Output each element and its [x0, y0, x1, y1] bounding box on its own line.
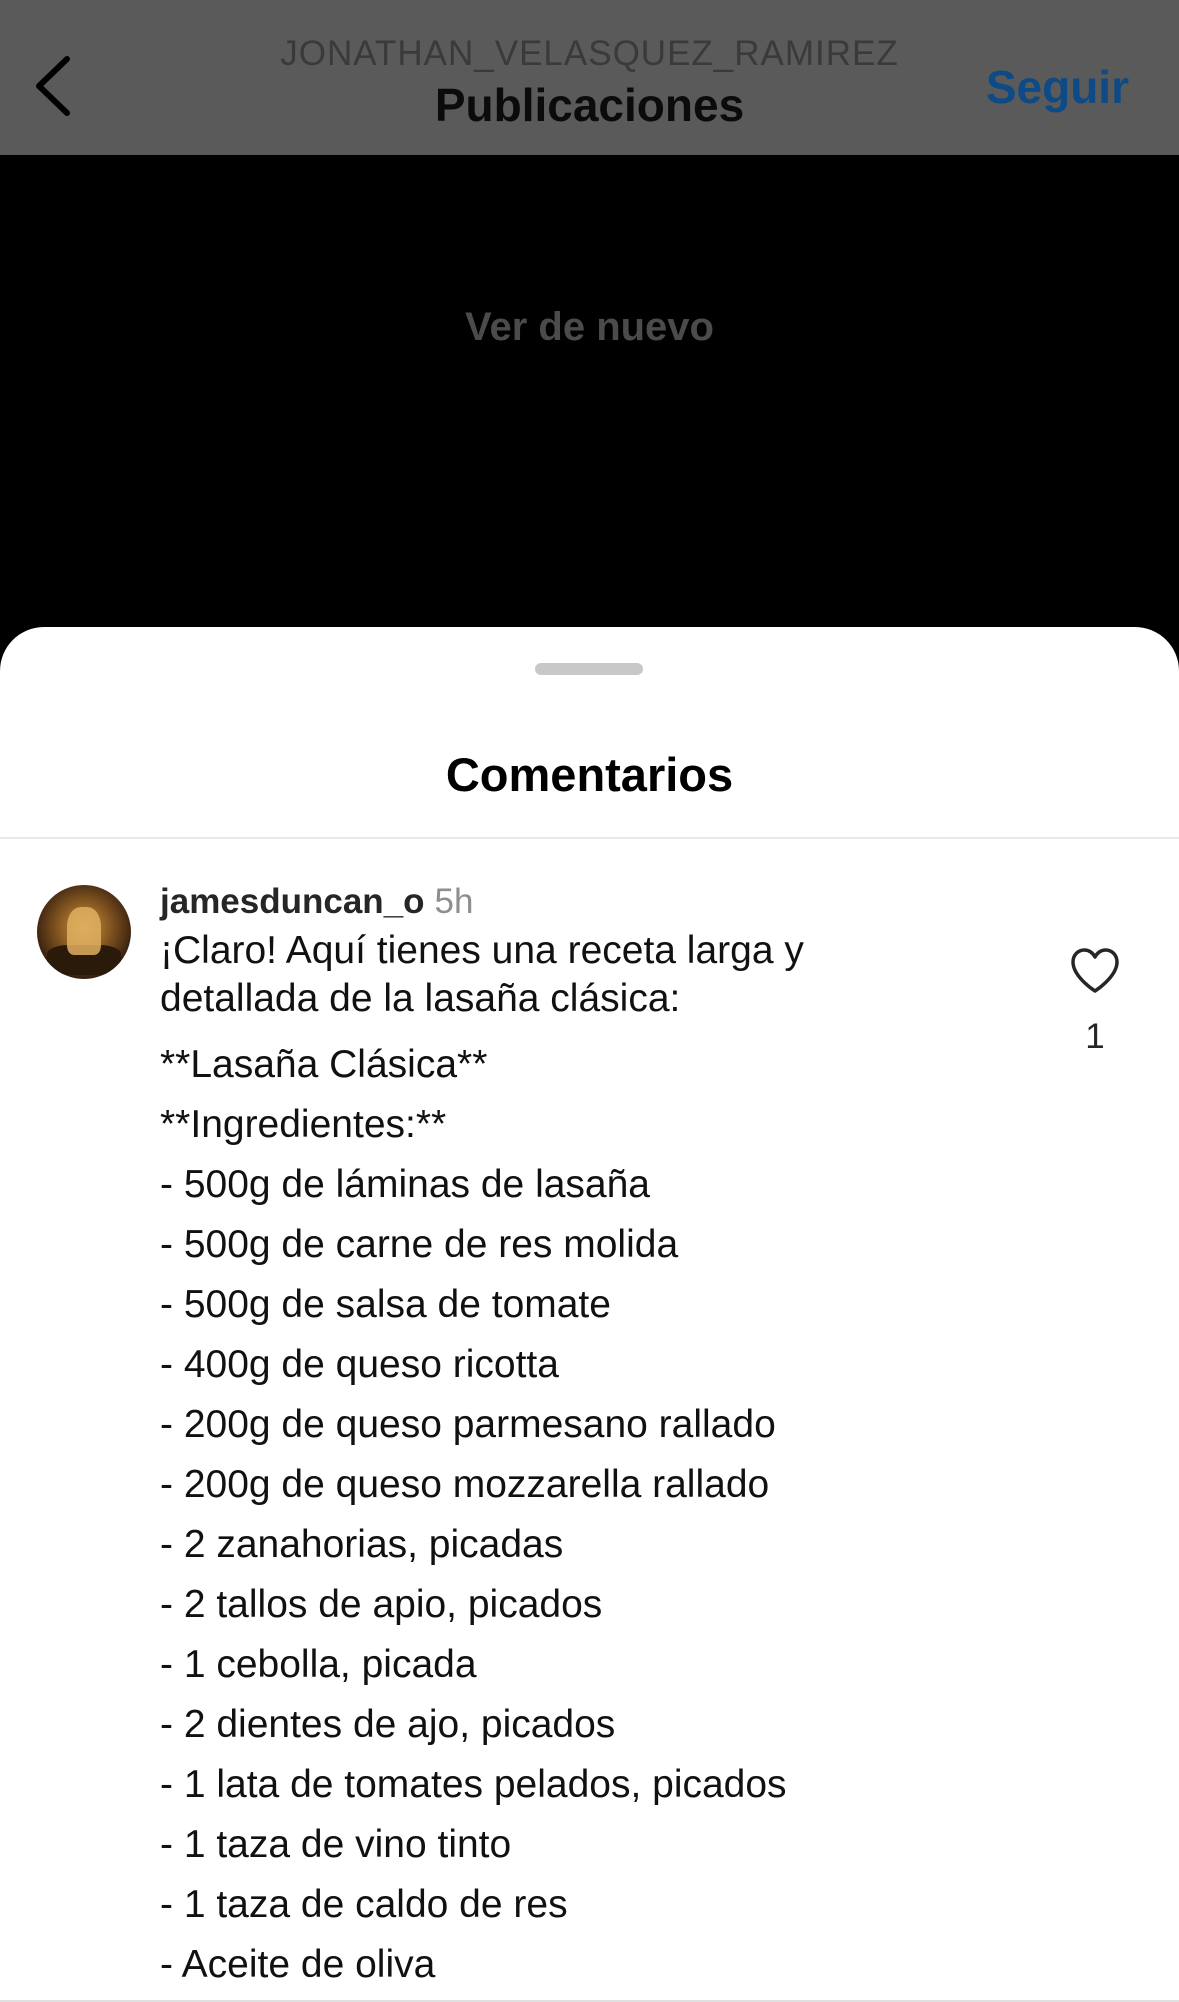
recipe-line: - 2 tallos de apio, picados	[160, 1583, 603, 1626]
recipe-line: - Aceite de oliva	[160, 1943, 436, 1986]
top-navigation-bar: JONATHAN_VELASQUEZ_RAMIREZ Publicaciones…	[0, 0, 1179, 155]
recipe-line: - 200g de queso parmesano rallado	[160, 1403, 776, 1446]
instagram-post-comments-screen: JONATHAN_VELASQUEZ_RAMIREZ Publicaciones…	[0, 0, 1179, 2002]
recipe-line: - 2 zanahorias, picadas	[160, 1523, 564, 1566]
recipe-line: - 1 taza de vino tinto	[160, 1823, 512, 1866]
follow-button[interactable]: Seguir	[986, 60, 1129, 114]
recipe-line: - 500g de carne de res molida	[160, 1223, 679, 1266]
heart-icon[interactable]	[1069, 947, 1121, 995]
comment-text: ¡Claro! Aquí tienes una receta larga y d…	[160, 927, 920, 1995]
recipe-line: **Lasaña Clásica**	[160, 1043, 488, 1086]
avatar[interactable]	[37, 885, 131, 979]
comment-header: jamesduncan_o 5h	[160, 877, 473, 927]
recipe-line: - 400g de queso ricotta	[160, 1343, 559, 1386]
comments-sheet: Comentarios jamesduncan_o 5h ¡Claro! Aquí…	[0, 627, 1179, 2002]
recipe-line: - 1 lata de tomates pelados, picados	[160, 1763, 787, 1806]
recipe-line: - 1 cebolla, picada	[160, 1643, 477, 1686]
comment-intro: ¡Claro! Aquí tienes una receta larga y d…	[160, 929, 804, 1020]
recipe-line: - 500g de láminas de lasaña	[160, 1163, 650, 1206]
video-player[interactable]: Ver de nuevo	[0, 155, 1179, 635]
like-count: 1	[1085, 1017, 1105, 1056]
comment-like: 1	[1062, 947, 1128, 1057]
comment-timestamp: 5h	[434, 882, 474, 921]
sheet-drag-handle[interactable]	[535, 663, 643, 675]
recipe-line: - 2 dientes de ajo, picados	[160, 1703, 616, 1746]
recipe-line: - 1 taza de caldo de res	[160, 1883, 568, 1926]
recipe-line: - 200g de queso mozzarella rallado	[160, 1463, 770, 1506]
comments-title: Comentarios	[445, 748, 734, 801]
comment-username[interactable]: jamesduncan_o	[160, 882, 425, 921]
recipe-line: **Ingredientes:**	[160, 1103, 447, 1146]
watch-again-button[interactable]: Ver de nuevo	[0, 305, 1179, 350]
recipe-line: - 500g de salsa de tomate	[160, 1283, 611, 1326]
divider	[0, 837, 1179, 839]
